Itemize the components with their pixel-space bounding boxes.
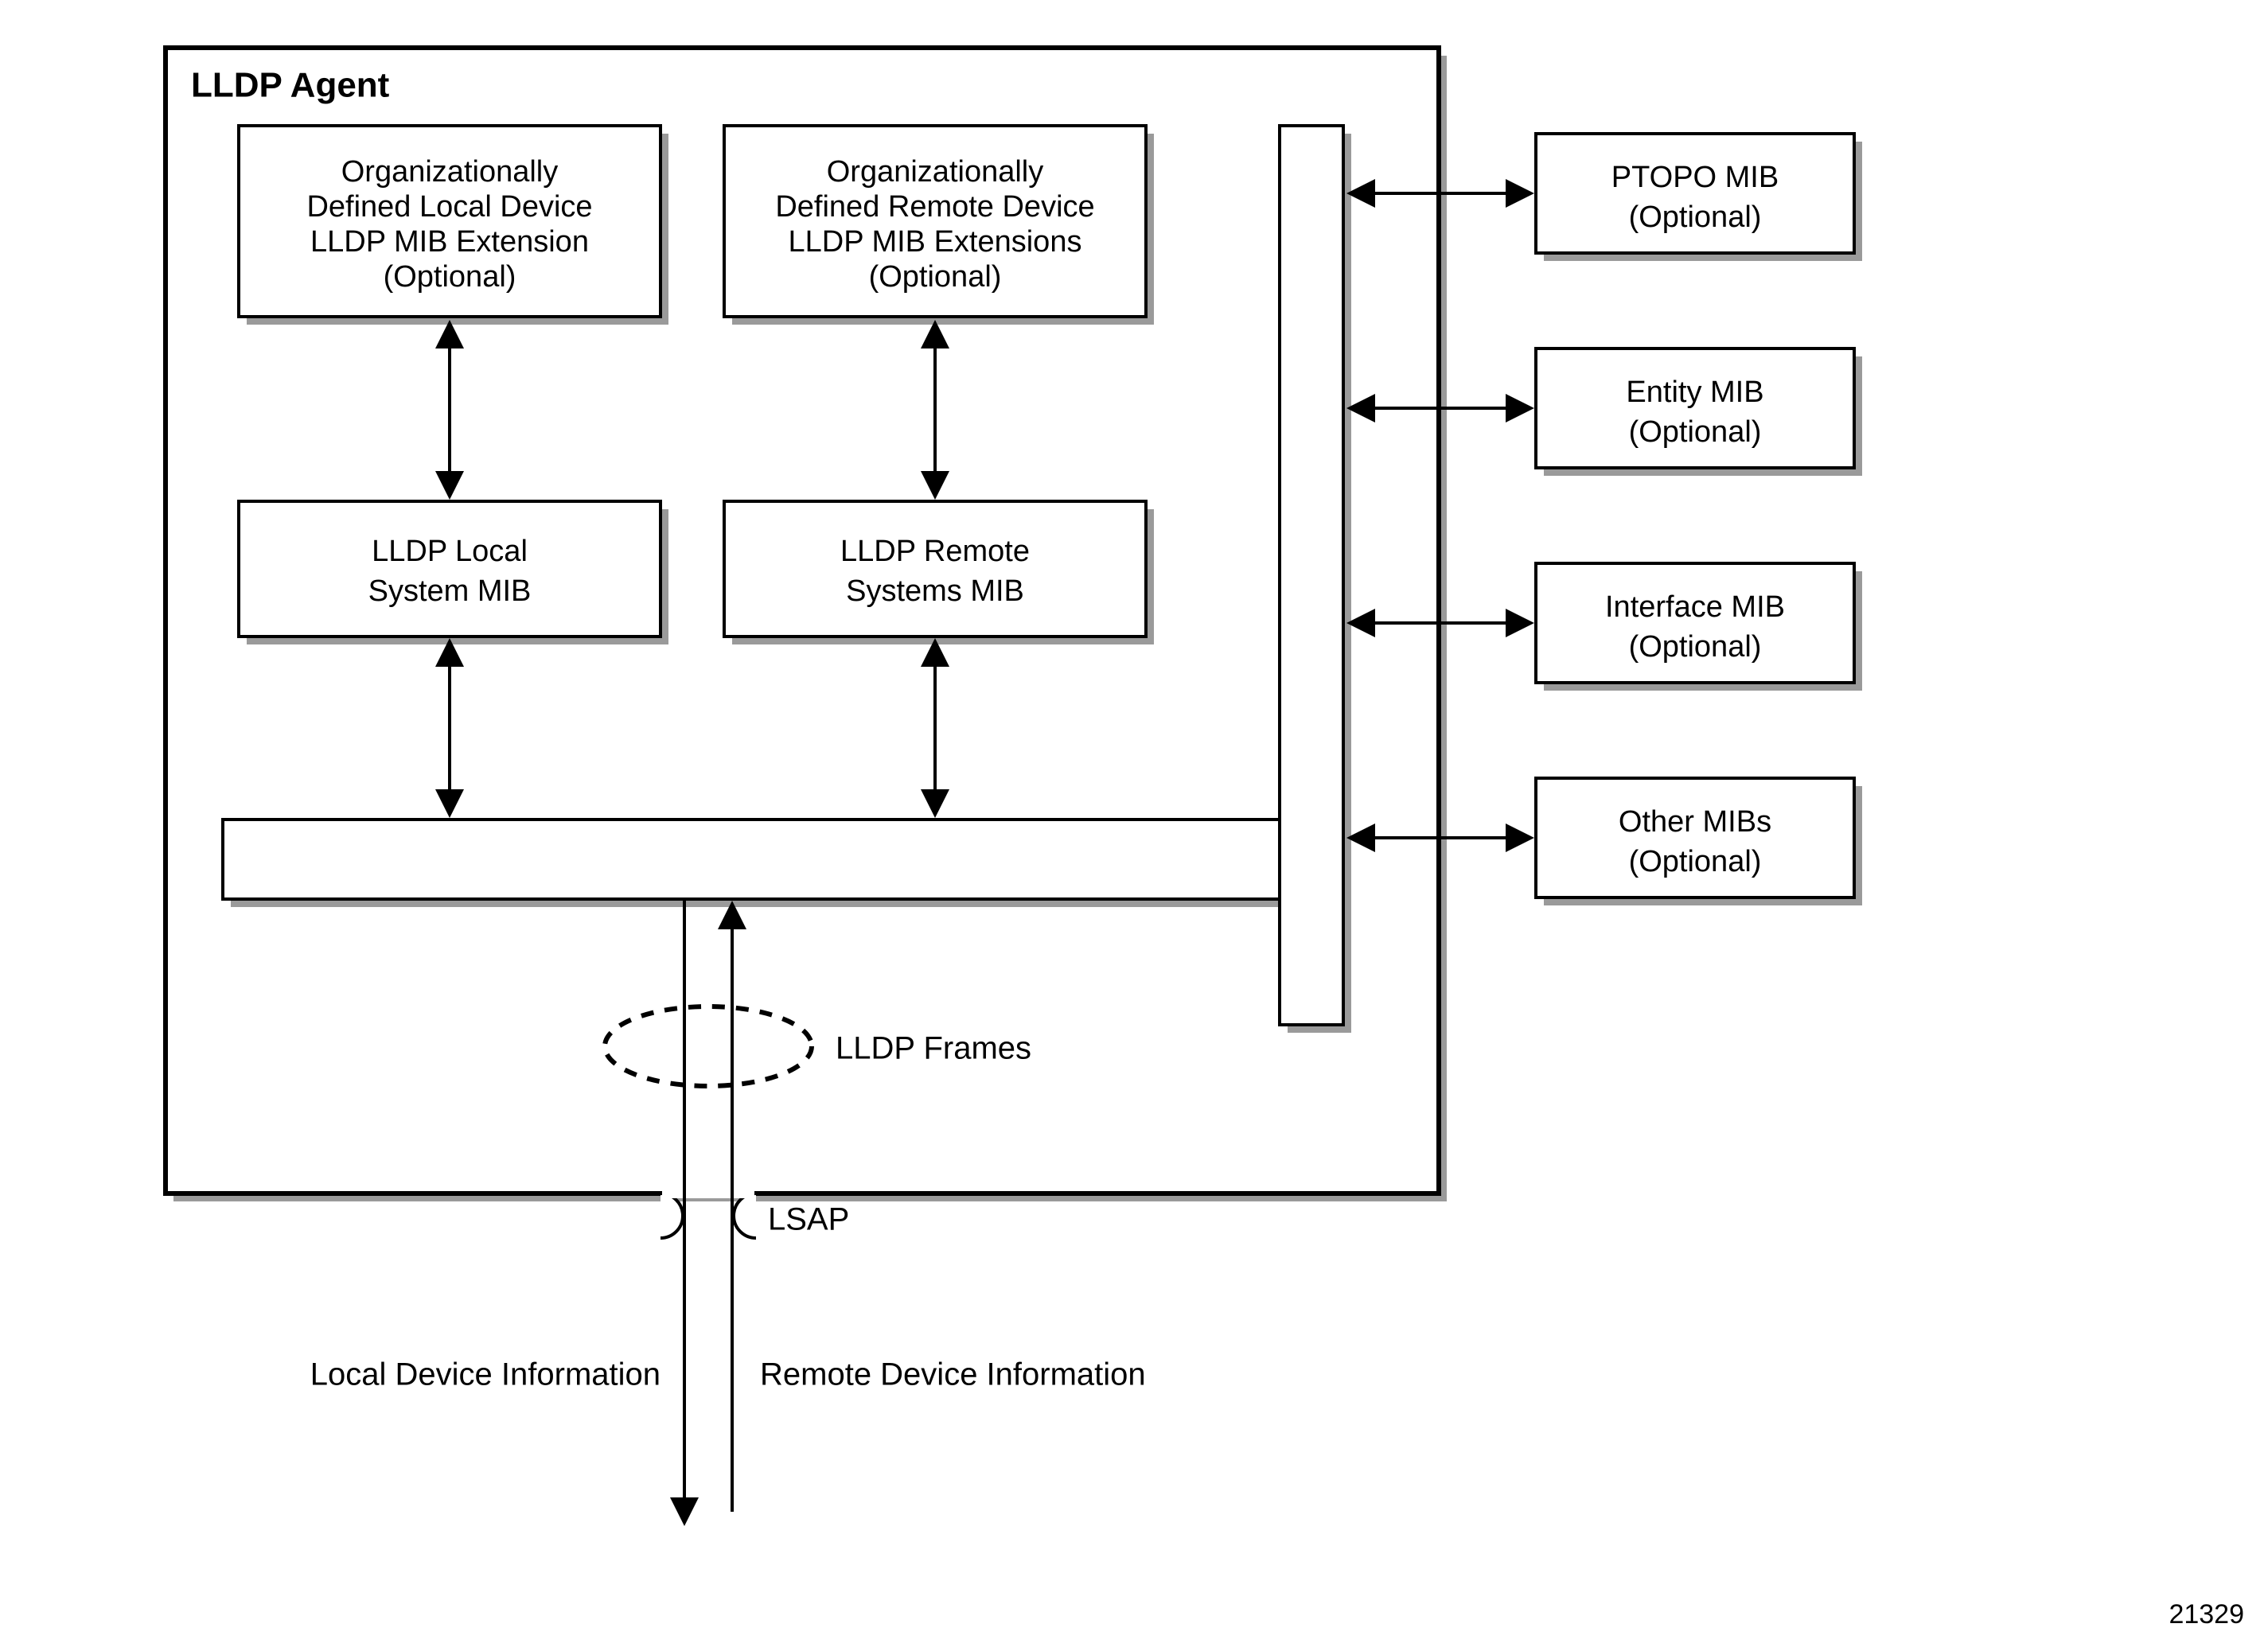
svg-text:Systems MIB: Systems MIB [846, 574, 1024, 608]
lldp-agent-title: LLDP Agent [191, 66, 390, 105]
svg-text:PTOPO MIB: PTOPO MIB [1611, 161, 1779, 194]
lldp-frames-label: LLDP Frames [836, 1031, 1031, 1066]
svg-text:Defined Local Device: Defined Local Device [306, 190, 592, 224]
local-info-label: Local Device Information [310, 1357, 661, 1392]
svg-text:Defined Remote Device: Defined Remote Device [775, 190, 1094, 224]
svg-text:LLDP Local: LLDP Local [372, 535, 528, 568]
lsap-label: LSAP [768, 1202, 849, 1237]
horizontal-bus [223, 820, 1289, 907]
svg-text:(Optional): (Optional) [1629, 845, 1762, 878]
svg-text:(Optional): (Optional) [1629, 201, 1762, 234]
svg-text:LLDP Remote: LLDP Remote [840, 535, 1030, 568]
svg-text:LLDP MIB Extension: LLDP MIB Extension [310, 225, 589, 259]
svg-text:Other MIBs: Other MIBs [1619, 805, 1771, 839]
svg-text:Organizationally: Organizationally [341, 155, 558, 189]
box-other-mibs: Other MIBs (Optional) [1536, 778, 1862, 905]
box-remote-mib: LLDP Remote Systems MIB [724, 501, 1154, 644]
svg-text:(Optional): (Optional) [384, 260, 516, 294]
vertical-bus [1280, 126, 1351, 1033]
svg-text:LLDP MIB Extensions: LLDP MIB Extensions [789, 225, 1082, 259]
box-local-mib: LLDP Local System MIB [239, 501, 668, 644]
svg-text:(Optional): (Optional) [1629, 415, 1762, 449]
svg-text:Entity MIB: Entity MIB [1626, 376, 1763, 409]
svg-text:System MIB: System MIB [368, 574, 532, 608]
remote-info-label: Remote Device Information [760, 1357, 1146, 1392]
box-interface-mib: Interface MIB (Optional) [1536, 563, 1862, 691]
box-entity-mib: Entity MIB (Optional) [1536, 348, 1862, 476]
svg-text:Organizationally: Organizationally [827, 155, 1043, 189]
box-org-remote: Organizationally Defined Remote Device L… [724, 126, 1154, 325]
box-ptopo-mib: PTOPO MIB (Optional) [1536, 134, 1862, 261]
svg-text:(Optional): (Optional) [869, 260, 1002, 294]
box-org-local: Organizationally Defined Local Device LL… [239, 126, 668, 325]
svg-text:(Optional): (Optional) [1629, 630, 1762, 664]
figure-id: 21329 [2169, 1599, 2244, 1629]
svg-text:Interface MIB: Interface MIB [1605, 590, 1785, 624]
lldp-architecture-diagram: LLDP Agent Organizationally Defined Loca… [0, 0, 2268, 1647]
